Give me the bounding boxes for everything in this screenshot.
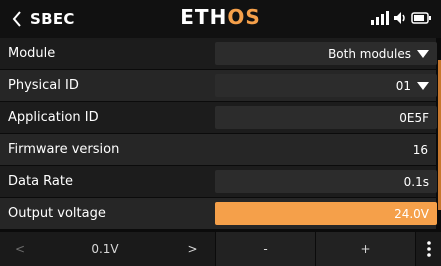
back-chevron-icon — [12, 11, 22, 27]
dropdown-triangle-icon — [417, 49, 429, 58]
row-application-id: Application ID 0E5F — [0, 102, 437, 134]
firmware-version-value: 16 — [412, 143, 428, 157]
previous-step-button[interactable]: < — [0, 232, 40, 266]
battery-icon — [411, 12, 431, 24]
signal-icon — [371, 11, 389, 25]
row-label: Module — [8, 46, 56, 61]
row-output-voltage: Output voltage 24.0V — [0, 198, 437, 230]
field-value: 0E5F — [399, 110, 429, 125]
row-module: Module Both modules — [0, 38, 437, 70]
settings-list: Module Both modules Physical ID 01 Appli… — [0, 38, 437, 230]
back-button[interactable]: SBEC — [6, 6, 83, 32]
row-label: Application ID — [8, 110, 99, 125]
increment-button[interactable]: + — [315, 232, 415, 266]
more-vertical-icon[interactable] — [415, 232, 441, 266]
physical-id-dropdown[interactable]: 01 — [215, 74, 437, 97]
module-dropdown[interactable]: Both modules — [215, 42, 437, 65]
field-value: Both modules — [328, 46, 411, 61]
application-id-field[interactable]: 0E5F — [215, 106, 437, 129]
field-value: 0.1s — [403, 174, 429, 189]
screen-title: SBEC — [30, 10, 75, 28]
row-firmware-version: Firmware version 16 — [0, 134, 436, 166]
bottom-toolbar: < 0.1V > - + — [0, 232, 441, 266]
row-data-rate: Data Rate 0.1s — [0, 166, 437, 198]
decrement-button[interactable]: - — [215, 232, 315, 266]
data-rate-field[interactable]: 0.1s — [215, 170, 437, 193]
dropdown-triangle-icon — [417, 81, 429, 90]
row-label: Output voltage — [8, 206, 106, 221]
ethos-logo: ETHOS — [180, 5, 261, 29]
row-label: Firmware version — [8, 142, 120, 157]
row-physical-id: Physical ID 01 — [0, 70, 437, 102]
field-value: 24.0V — [394, 206, 429, 221]
field-value: 01 — [395, 78, 411, 93]
output-voltage-field[interactable]: 24.0V — [215, 202, 437, 225]
row-label: Physical ID — [8, 78, 79, 93]
speaker-icon — [393, 11, 407, 25]
row-label: Data Rate — [8, 174, 73, 189]
step-size-value[interactable]: 0.1V — [40, 232, 170, 266]
header-bar: SBEC ETHOS — [0, 0, 441, 38]
next-step-button[interactable]: > — [170, 232, 215, 266]
status-icons — [371, 11, 431, 25]
